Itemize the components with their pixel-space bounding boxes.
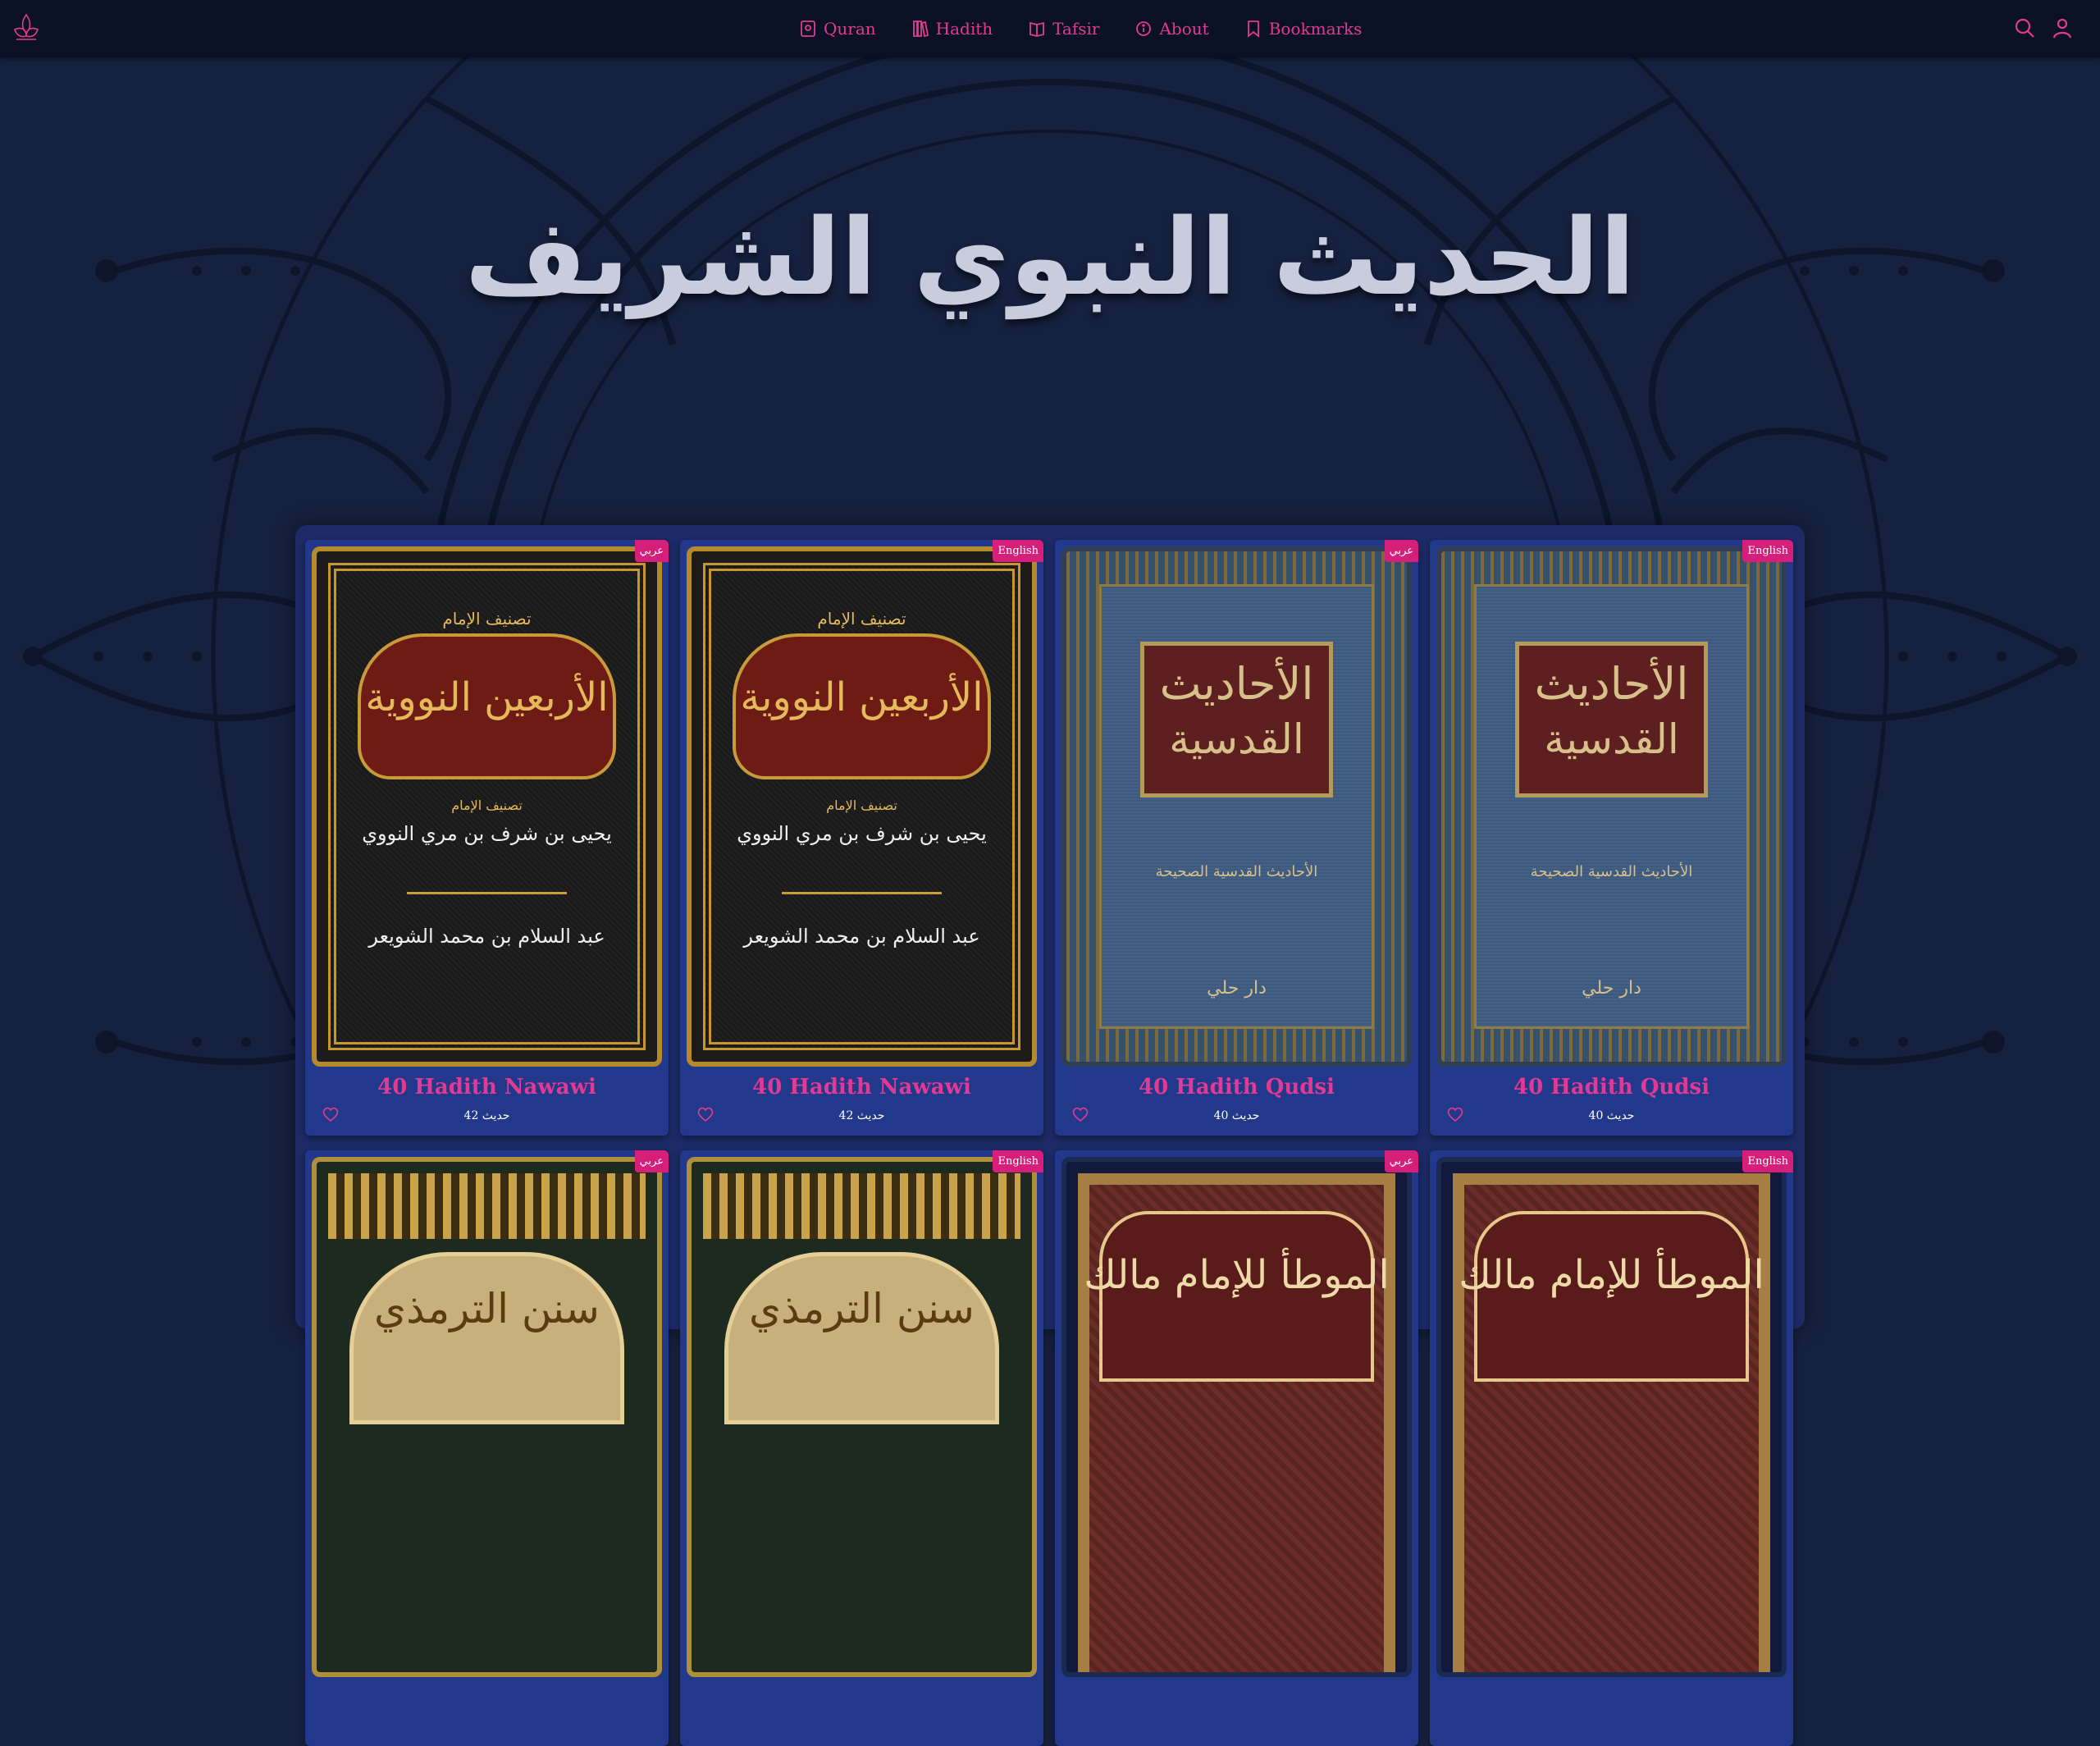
cover-commentator: عبد السلام بن محمد الشويعر (368, 925, 605, 948)
book-card[interactable]: تصنيف الإمام الأربعين النووية تصنيف الإم… (305, 540, 669, 1136)
book-card[interactable]: تصنيف الإمام الأربعين النووية تصنيف الإم… (680, 540, 1043, 1136)
book-cover-image: الموطأ للإمام مالك (1061, 1157, 1412, 1677)
book-cover-image: سنن الترمذي (312, 1157, 662, 1677)
cover-heading: الموطأ للإمام مالك (1459, 1252, 1764, 1298)
cover-heading-small: تصنيف الإمام (442, 609, 532, 628)
hadith-count: حديث 40 (1213, 1109, 1260, 1122)
nav-label-bookmarks: Bookmarks (1268, 19, 1363, 39)
book-title: 40 Hadith Nawawi (752, 1075, 971, 1099)
user-icon[interactable] (2051, 16, 2074, 39)
nav-label-tafsir: Tafsir (1052, 19, 1100, 39)
book-card[interactable]: الموطأ للإمام مالك عربي (1055, 1150, 1418, 1746)
cover-heading: سنن الترمذي (374, 1285, 600, 1332)
language-badge: English (993, 540, 1043, 562)
book-cover-image: الموطأ للإمام مالك (1436, 1157, 1787, 1677)
main-nav: Quran Hadith Tafsir About Bookmarks (800, 0, 1362, 57)
cover-heading-line1: الأحاديث (1159, 658, 1314, 710)
book-title: 40 Hadith Nawawi (377, 1075, 596, 1099)
book-card[interactable]: سنن الترمذي English (680, 1150, 1043, 1746)
language-badge: عربي (634, 540, 669, 562)
book-card[interactable]: الأحاديث القدسية الأحاديث القدسية الصحيح… (1430, 540, 1793, 1136)
nav-label-hadith: Hadith (935, 19, 993, 39)
book-cover-image: سنن الترمذي (687, 1157, 1037, 1677)
cover-heading: سنن الترمذي (749, 1285, 975, 1332)
hadith-count: حديث 40 (1588, 1109, 1635, 1122)
language-badge: عربي (1384, 1150, 1418, 1172)
cover-subtitle: تصنيف الإمام (826, 798, 897, 813)
language-badge: عربي (634, 1150, 669, 1172)
book-title: 40 Hadith Qudsi (1139, 1075, 1335, 1099)
book-cover-image: الأحاديث القدسية الأحاديث القدسية الصحيح… (1436, 546, 1787, 1067)
nav-item-tafsir[interactable]: Tafsir (1029, 19, 1099, 39)
open-book-icon (1029, 21, 1045, 37)
bookmark-icon (1247, 21, 1259, 38)
nav-label-quran: Quran (824, 19, 876, 39)
cover-heading: الأربعين النووية (740, 674, 984, 720)
cover-publisher: دار حلي (1207, 978, 1267, 999)
language-badge: English (1742, 540, 1793, 562)
cover-subtitle: تصنيف الإمام (451, 798, 523, 813)
cover-publisher: دار حلي (1582, 978, 1641, 999)
book-card[interactable]: الموطأ للإمام مالك English (1430, 1150, 1793, 1746)
page-title: الحديث النبوي الشريف (464, 197, 1636, 319)
cover-author: يحيى بن شرف بن مري النووي (737, 822, 987, 845)
book-cover-image: تصنيف الإمام الأربعين النووية تصنيف الإم… (687, 546, 1037, 1067)
book-card[interactable]: الأحاديث القدسية الأحاديث القدسية الصحيح… (1055, 540, 1418, 1136)
hadith-books-panel: تصنيف الإمام الأربعين النووية تصنيف الإم… (295, 525, 1805, 1746)
cover-subtitle: الأحاديث القدسية الصحيحة (1530, 863, 1693, 880)
cover-author: يحيى بن شرف بن مري النووي (362, 822, 612, 845)
top-navigation-bar: Quran Hadith Tafsir About Bookmarks (0, 0, 2100, 57)
cover-commentator: عبد السلام بن محمد الشويعر (743, 925, 980, 948)
nav-item-bookmarks[interactable]: Bookmarks (1245, 19, 1363, 39)
nav-item-about[interactable]: About (1135, 19, 1209, 39)
book-cover-image: تصنيف الإمام الأربعين النووية تصنيف الإم… (312, 546, 662, 1067)
hadith-count: حديث 42 (838, 1109, 885, 1122)
hadith-books-grid: تصنيف الإمام الأربعين النووية تصنيف الإم… (305, 540, 1798, 1746)
language-badge: English (1742, 1150, 1793, 1172)
cover-heading: الأربعين النووية (365, 674, 609, 720)
hadith-count: حديث 42 (463, 1109, 510, 1122)
nav-label-about: About (1159, 19, 1209, 39)
cover-heading-line2: القدسية (1169, 715, 1304, 763)
cover-heading-small: تصنيف الإمام (817, 609, 906, 628)
nav-item-hadith[interactable]: Hadith (912, 19, 993, 39)
cover-subtitle: الأحاديث القدسية الصحيحة (1155, 863, 1318, 880)
language-badge: عربي (1384, 540, 1418, 562)
book-card[interactable]: سنن الترمذي عربي (305, 1150, 669, 1746)
cover-heading-line1: الأحاديث (1534, 658, 1689, 710)
language-badge: English (993, 1150, 1043, 1172)
logo-icon[interactable] (11, 11, 41, 44)
quran-book-icon (801, 21, 815, 37)
book-title: 40 Hadith Qudsi (1513, 1075, 1710, 1099)
books-icon (912, 21, 929, 38)
cover-heading-line2: القدسية (1544, 715, 1679, 763)
cover-heading: الموطأ للإمام مالك (1084, 1252, 1390, 1298)
search-icon[interactable] (2013, 16, 2036, 39)
info-icon (1136, 21, 1152, 36)
nav-item-quran[interactable]: Quran (800, 19, 876, 39)
book-cover-image: الأحاديث القدسية الأحاديث القدسية الصحيح… (1061, 546, 1412, 1067)
